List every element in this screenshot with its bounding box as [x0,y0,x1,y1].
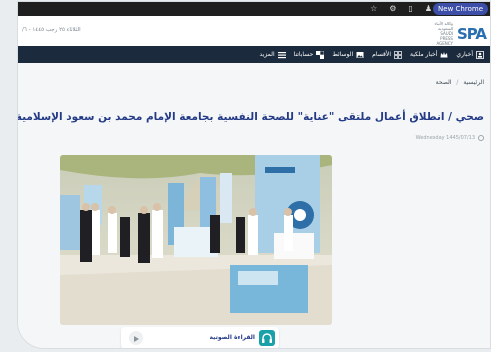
article-meta: Wednesday 1445/07/13 [416,135,484,141]
share-icon [316,50,325,59]
site-header: الثلاثاء ٢٥ رجب ١٤٤٥ - ٦/ وكالة الأنباء … [18,16,490,47]
nav-item-my-news[interactable]: أخباري [456,50,484,59]
browser-window: ☆ ⚙ ▯ ♟ New Chrome الثلاثاء ٢٥ رجب ١٤٤٥ … [18,2,490,348]
header-date: الثلاثاء ٢٥ رجب ١٤٤٥ - ٦/ [22,27,81,33]
logo-subtitle: وكالة الأنباء السعودية SAUDI PRESS AGENC… [434,21,453,46]
profile-icon[interactable]: ♟ [425,4,432,14]
grid-icon [394,50,402,59]
article-photo[interactable] [60,155,332,325]
article-content: الرئيسية / الصحة صحي / انطلاق أعمال ملتق… [18,63,490,348]
nav-item-accounts[interactable]: حساباتنا [293,50,325,59]
site-logo[interactable]: وكالة الأنباء السعودية SAUDI PRESS AGENC… [427,21,487,46]
nav-label: الوسائط [332,51,354,58]
article-title: صحي / انطلاق أعمال ملتقى "عناية" للصحة ا… [18,111,484,123]
image-icon [356,51,364,58]
new-chrome-button[interactable]: New Chrome [433,3,488,15]
nav-label: الأقسام [372,51,392,58]
breadcrumb-section[interactable]: الصحة [436,79,452,86]
crown-icon [440,51,448,57]
nav-label: أخبار ملكية [410,51,438,58]
extension-icon[interactable]: ⚙ [389,4,396,14]
nav-item-royal-news[interactable]: أخبار ملكية [410,51,448,59]
nav-item-media[interactable]: الوسائط [332,51,364,59]
photo-illustration [60,155,332,325]
breadcrumb-separator: / [456,79,459,86]
main-navigation: أخباري أخبار ملكية الأقسام الوسائط حسابا… [18,46,490,63]
play-icon [134,336,139,342]
browser-toolbar: ☆ ⚙ ▯ ♟ New Chrome [18,2,490,16]
article-date: Wednesday 1445/07/13 [415,135,475,141]
clock-icon [478,135,484,141]
audio-label: القراءة الصوتية [209,334,255,341]
star-icon[interactable]: ☆ [370,4,377,14]
nav-label: المزيد [259,51,275,58]
nav-label: أخباري [456,51,473,58]
breadcrumb: الرئيسية / الصحة [436,79,484,86]
audio-reader[interactable]: القراءة الصوتية [121,327,279,348]
nav-label: حساباتنا [293,51,314,58]
user-icon [476,50,484,59]
nav-item-more[interactable]: المزيد [260,51,286,59]
breadcrumb-home[interactable]: الرئيسية [463,79,484,86]
play-button[interactable] [129,331,143,345]
nav-item-sections[interactable]: الأقسام [372,50,402,59]
sidebar-icon[interactable]: ▯ [408,4,412,14]
logo-mark: SPA [456,24,487,43]
headphones-icon [259,330,275,346]
toolbar-icons: ☆ ⚙ ▯ ♟ [370,4,432,14]
menu-icon [277,51,286,58]
